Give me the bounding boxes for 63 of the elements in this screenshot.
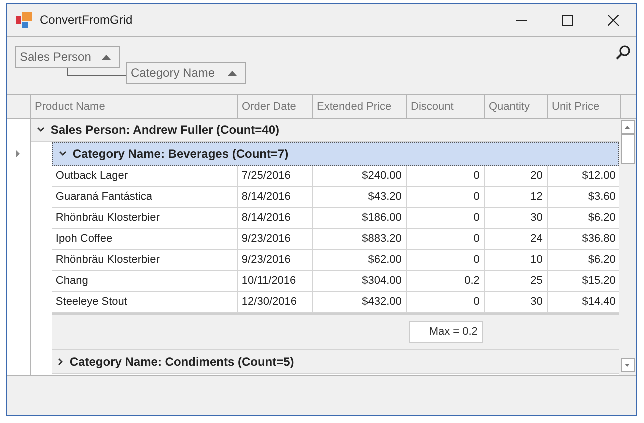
table-cell: $62.00 (312, 250, 407, 270)
table-cell: 0 (406, 208, 485, 228)
table-cell: Chang (52, 271, 238, 291)
table-cell: Outback Lager (52, 166, 238, 186)
table-cell: 0 (406, 292, 485, 312)
group-row[interactable]: Category Name: Beverages (Count=7) (52, 142, 620, 166)
table-cell: 10/11/2016 (238, 271, 313, 291)
scroll-thumb[interactable] (620, 134, 635, 164)
column-header[interactable]: Product Name (31, 95, 238, 118)
column-header[interactable]: Quantity (485, 95, 548, 118)
app-logo-icon (16, 12, 32, 28)
table-cell: 0 (406, 250, 485, 270)
group-by-field[interactable]: Sales Person (15, 46, 120, 68)
table-cell: 25 (484, 271, 548, 291)
table-cell: $43.20 (312, 187, 407, 207)
close-icon (608, 14, 618, 26)
table-cell: Steeleye Stout (52, 292, 238, 312)
sort-ascending-icon (102, 54, 111, 60)
table-cell: Rhönbräu Klosterbier (52, 250, 238, 270)
table-cell: 24 (484, 229, 548, 249)
table-cell: $883.20 (312, 229, 407, 249)
table-cell: $432.00 (312, 292, 407, 312)
column-header[interactable]: Extended Price (313, 95, 407, 118)
summary-cell: Max = 0.2 (408, 321, 483, 343)
table-cell: 12/30/2016 (238, 292, 313, 312)
table-cell: 30 (484, 208, 548, 228)
collapse-chevron-icon[interactable] (58, 151, 67, 157)
table-cell: 12 (484, 187, 548, 207)
scroll-down-button[interactable] (620, 358, 635, 372)
scroll-up-button[interactable] (620, 120, 635, 134)
table-cell: 9/23/2016 (238, 229, 313, 249)
table-cell: 0.2 (406, 271, 485, 291)
table-cell: 8/14/2016 (238, 187, 313, 207)
collapse-chevron-icon[interactable] (36, 127, 45, 133)
up-triangle-icon (625, 126, 630, 128)
group-row[interactable]: Sales Person: Andrew Fuller (Count=40) (30, 119, 620, 142)
table-cell: $304.00 (312, 271, 407, 291)
search-icon[interactable] (616, 45, 631, 60)
table-cell: 0 (406, 229, 485, 249)
table-cell: 8/14/2016 (238, 208, 313, 228)
row-indicator-icon (16, 150, 20, 158)
table-cell: Rhönbräu Klosterbier (52, 208, 238, 228)
table-cell: $240.00 (312, 166, 407, 186)
down-triangle-icon (625, 364, 630, 366)
table-cell: $186.00 (312, 208, 407, 228)
sort-ascending-icon (228, 70, 237, 76)
table-cell: 7/25/2016 (238, 166, 313, 186)
window-title: ConvertFromGrid (40, 13, 133, 27)
column-header[interactable]: Order Date (238, 95, 313, 118)
table-cell: Guaraná Fantástica (52, 187, 238, 207)
table-cell: 0 (406, 166, 485, 186)
table-cell: 10 (484, 250, 548, 270)
table-cell: 20 (484, 166, 548, 186)
column-header[interactable]: Unit Price (548, 95, 621, 118)
group-by-field[interactable]: Category Name (126, 62, 246, 84)
expand-chevron-icon[interactable] (58, 358, 64, 366)
table-cell: 0 (406, 187, 485, 207)
column-header[interactable]: Discount (407, 95, 485, 118)
table-cell: 9/23/2016 (238, 250, 313, 270)
table-cell: 30 (484, 292, 548, 312)
maximize-icon (562, 14, 572, 26)
group-row[interactable]: Category Name: Condiments (Count=5) (52, 350, 620, 374)
table-cell: Ipoh Coffee (52, 229, 238, 249)
